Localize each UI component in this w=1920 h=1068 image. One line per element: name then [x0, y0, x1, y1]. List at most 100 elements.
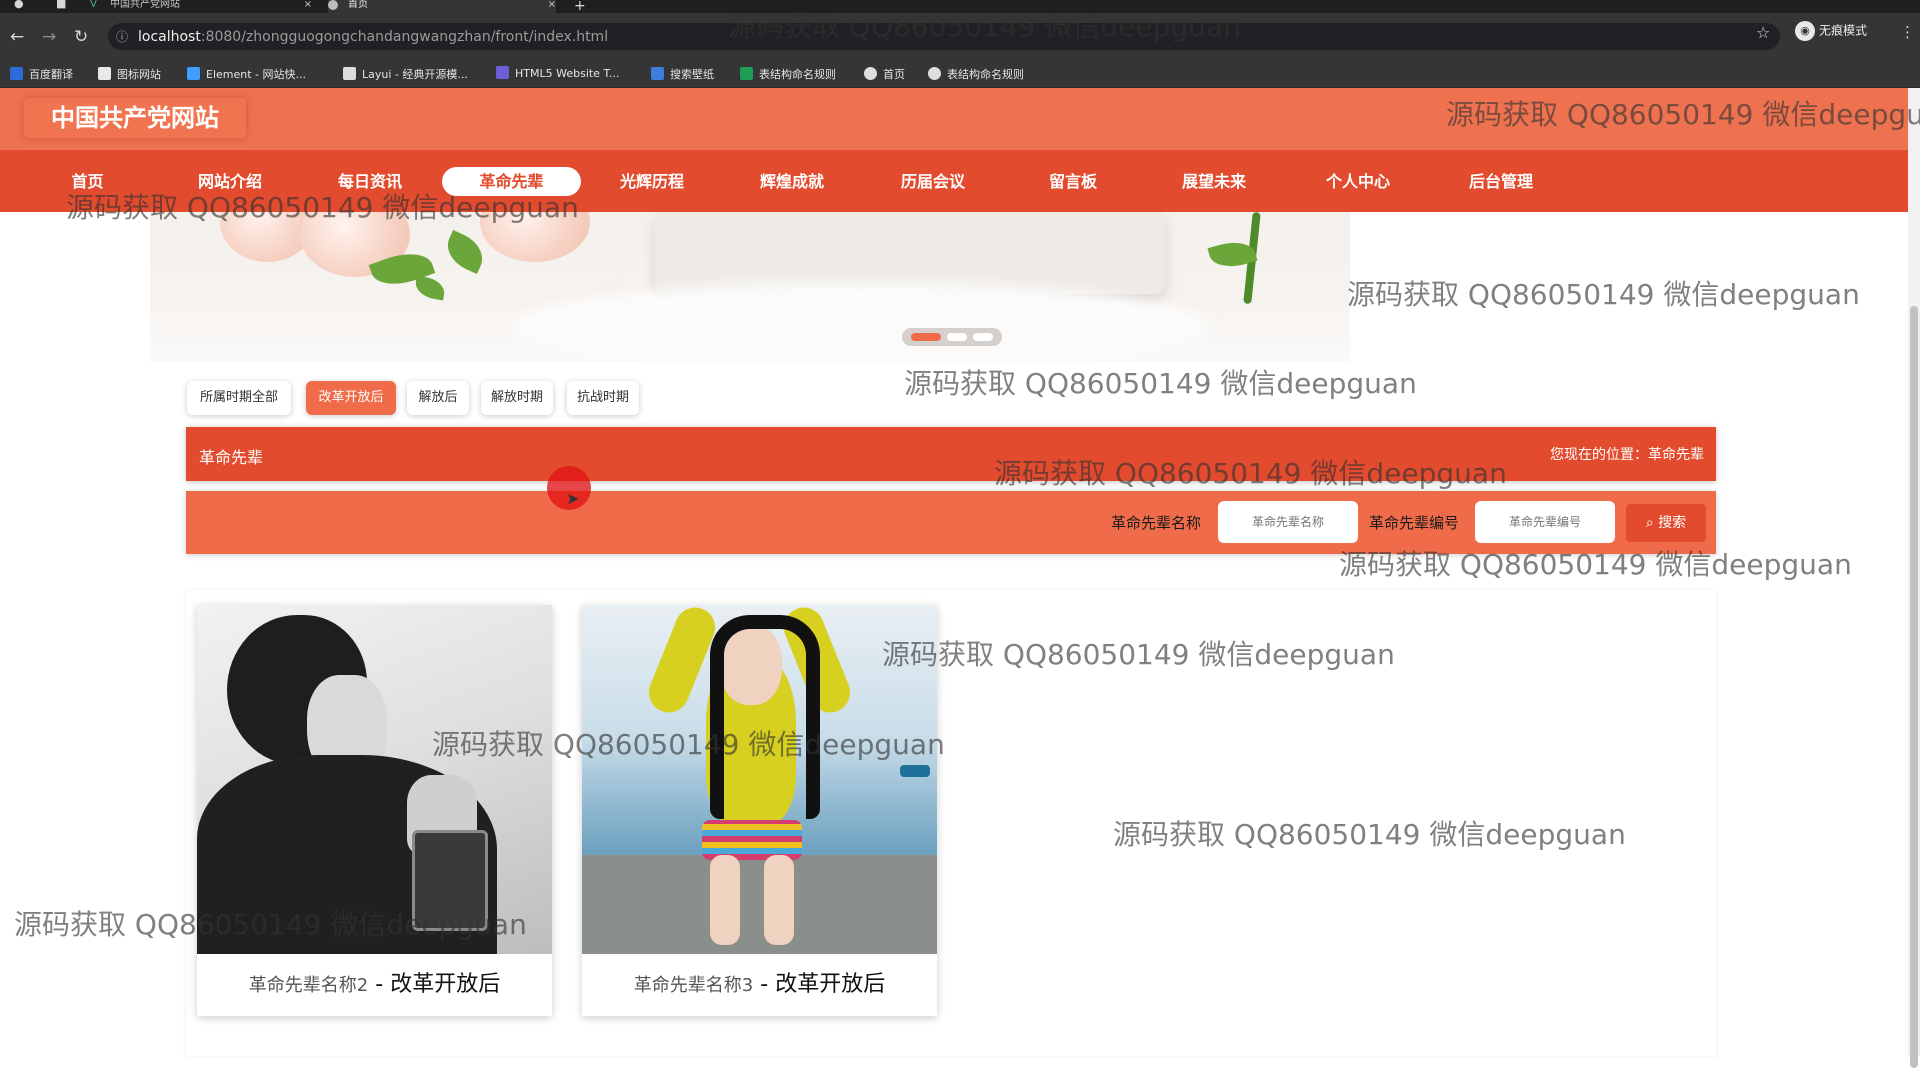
- globe-icon: [928, 67, 941, 80]
- translate-icon: [10, 67, 23, 80]
- page-scrollbar[interactable]: [1908, 88, 1920, 1068]
- boat-shape: [900, 765, 930, 777]
- back-icon[interactable]: ←: [10, 27, 24, 47]
- site-logo[interactable]: 中国共产党网站: [24, 98, 246, 138]
- bookmark-item[interactable]: 百度翻译: [10, 66, 73, 82]
- breadcrumb-current[interactable]: 革命先辈: [1648, 447, 1704, 463]
- nav-item-future[interactable]: 展望未来: [1164, 167, 1264, 196]
- pioneer-photo[interactable]: [582, 605, 937, 954]
- carousel-indicator: [902, 328, 1002, 346]
- reload-icon[interactable]: ↻: [74, 27, 88, 47]
- filter-post-liberation[interactable]: 解放后: [407, 381, 469, 415]
- nav-item-home[interactable]: 首页: [40, 167, 135, 196]
- filter-all-periods[interactable]: 所属时期全部: [187, 381, 291, 415]
- profile-label: 无痕模式: [1819, 23, 1868, 38]
- pioneer-card[interactable]: 革命先辈名称3 - 改革开放后: [582, 605, 937, 1016]
- sheet-icon: [740, 67, 753, 80]
- vue-icon: V: [90, 0, 97, 10]
- bookmark-item[interactable]: HTML5 Website T...: [496, 66, 619, 80]
- bookmark-item[interactable]: Layui - 经典开源模...: [343, 66, 468, 82]
- pioneer-photo[interactable]: [197, 605, 552, 954]
- hero-banner: [150, 212, 1350, 362]
- hair-shape: [710, 615, 820, 819]
- browser-tab-strip: ● ■ V 中国共产党网站 × 首页 × +: [0, 0, 1920, 14]
- element-icon: [187, 67, 200, 80]
- bookmark-item[interactable]: 首页: [864, 66, 905, 82]
- nav-item-meetings[interactable]: 历届会议: [883, 167, 983, 196]
- nav-item-news[interactable]: 每日资讯: [320, 167, 420, 196]
- flag-icon: [98, 67, 111, 80]
- nav-item-history[interactable]: 光辉历程: [602, 167, 702, 196]
- url-text: localhost:8080/zhongguogongchandangwangz…: [138, 29, 609, 45]
- bookmarks-bar: 百度翻译 图标网站 Element - 网站快... Layui - 经典开源模…: [0, 63, 1920, 88]
- breadcrumb: 您现在的位置：革命先辈: [1550, 447, 1704, 463]
- close-tab-icon[interactable]: ×: [548, 0, 556, 10]
- more-menu-icon[interactable]: ⋮: [1900, 23, 1915, 41]
- nav-item-about[interactable]: 网站介绍: [180, 167, 280, 196]
- layui-icon: [343, 67, 356, 80]
- nav-item-admin[interactable]: 后台管理: [1451, 167, 1551, 196]
- carousel-dot[interactable]: [947, 333, 967, 341]
- filter-liberation[interactable]: 解放时期: [481, 381, 553, 415]
- browser-toolbar: ← → ↻ ⓘ localhost:8080/zhongguogongchand…: [0, 13, 1920, 63]
- site-header: 中国共产党网站: [0, 88, 1908, 150]
- banner-mist: [510, 282, 1210, 362]
- browser-tab-active[interactable]: 首页 ×: [328, 0, 556, 13]
- search-button[interactable]: ⌕ 搜索: [1626, 504, 1706, 542]
- close-tab-icon[interactable]: ×: [304, 0, 312, 10]
- bookmark-item[interactable]: 表结构命名规则: [740, 66, 836, 82]
- carousel-dot-active[interactable]: [911, 333, 941, 341]
- pioneer-name: 革命先辈名称2: [248, 975, 369, 996]
- search-icon: ⌕: [1645, 515, 1659, 531]
- watermark: 源码获取 QQ86050149 微信deepguan: [904, 367, 1417, 400]
- watermark: 源码获取 QQ86050149 微信deepguan: [1347, 278, 1860, 311]
- name-input[interactable]: [1218, 501, 1358, 543]
- leg-shape: [710, 855, 740, 945]
- pioneer-name: 革命先辈名称3: [633, 975, 754, 996]
- window-icon[interactable]: ■: [56, 0, 66, 10]
- browser-tab[interactable]: V 中国共产党网站 ×: [90, 0, 312, 13]
- pioneer-period: 改革开放后: [390, 972, 501, 997]
- bookmark-item[interactable]: 表结构命名规则: [928, 66, 1024, 82]
- mouse-cursor-icon: ➤: [566, 489, 580, 508]
- scrollbar-thumb[interactable]: [1910, 306, 1918, 1068]
- incognito-profile[interactable]: ◉ 无痕模式: [1795, 21, 1867, 41]
- carousel-dot[interactable]: [973, 333, 993, 341]
- forward-icon[interactable]: →: [42, 27, 56, 47]
- bookmark-star-icon[interactable]: ☆: [1756, 23, 1770, 42]
- tab-title: 中国共产党网站: [110, 0, 180, 10]
- pioneer-period: 改革开放后: [775, 972, 886, 997]
- pioneer-caption[interactable]: 革命先辈名称2 - 改革开放后: [197, 954, 552, 1016]
- pioneer-card[interactable]: 革命先辈名称2 - 改革开放后: [197, 605, 552, 1016]
- bookmark-item[interactable]: 图标网站: [98, 66, 161, 82]
- bookmark-item[interactable]: 搜索壁纸: [651, 66, 714, 82]
- globe-icon: [864, 67, 877, 80]
- search-bar: 革命先辈名称 革命先辈编号 ⌕ 搜索: [186, 491, 1716, 554]
- leaf: [413, 275, 447, 301]
- wallpaper-icon: [651, 67, 664, 80]
- shorts-shape: [702, 820, 802, 860]
- globe-icon: [328, 0, 338, 10]
- section-title: 革命先辈: [199, 448, 264, 467]
- flower: [480, 212, 590, 262]
- filter-war-period[interactable]: 抗战时期: [567, 381, 639, 415]
- address-bar[interactable]: ⓘ localhost:8080/zhongguogongchandangwan…: [108, 23, 1780, 50]
- new-tab-icon[interactable]: +: [574, 0, 586, 14]
- pioneer-caption[interactable]: 革命先辈名称3 - 改革开放后: [582, 954, 937, 1016]
- filter-reform-era[interactable]: 改革开放后: [306, 381, 396, 415]
- section-title-bar: 革命先辈 您现在的位置：革命先辈: [186, 427, 1716, 481]
- html5-icon: [496, 66, 509, 79]
- nav-item-profile[interactable]: 个人中心: [1308, 167, 1408, 196]
- info-icon[interactable]: ⓘ: [116, 28, 128, 45]
- code-input[interactable]: [1475, 501, 1615, 543]
- tab-title: 首页: [348, 0, 368, 10]
- nav-item-guestbook[interactable]: 留言板: [1023, 167, 1123, 196]
- main-nav: 首页 网站介绍 每日资讯 革命先辈 光辉历程 辉煌成就 历届会议 留言板 展望未…: [0, 150, 1908, 212]
- chrome-menu-icon[interactable]: ●: [14, 0, 24, 10]
- bookmark-item[interactable]: Element - 网站快...: [187, 66, 306, 82]
- nav-item-achievements[interactable]: 辉煌成就: [742, 167, 842, 196]
- name-label: 革命先辈名称: [1111, 514, 1202, 532]
- nav-item-pioneers[interactable]: 革命先辈: [442, 167, 581, 196]
- incognito-icon: ◉: [1795, 21, 1815, 41]
- bottle-shape: [412, 830, 488, 931]
